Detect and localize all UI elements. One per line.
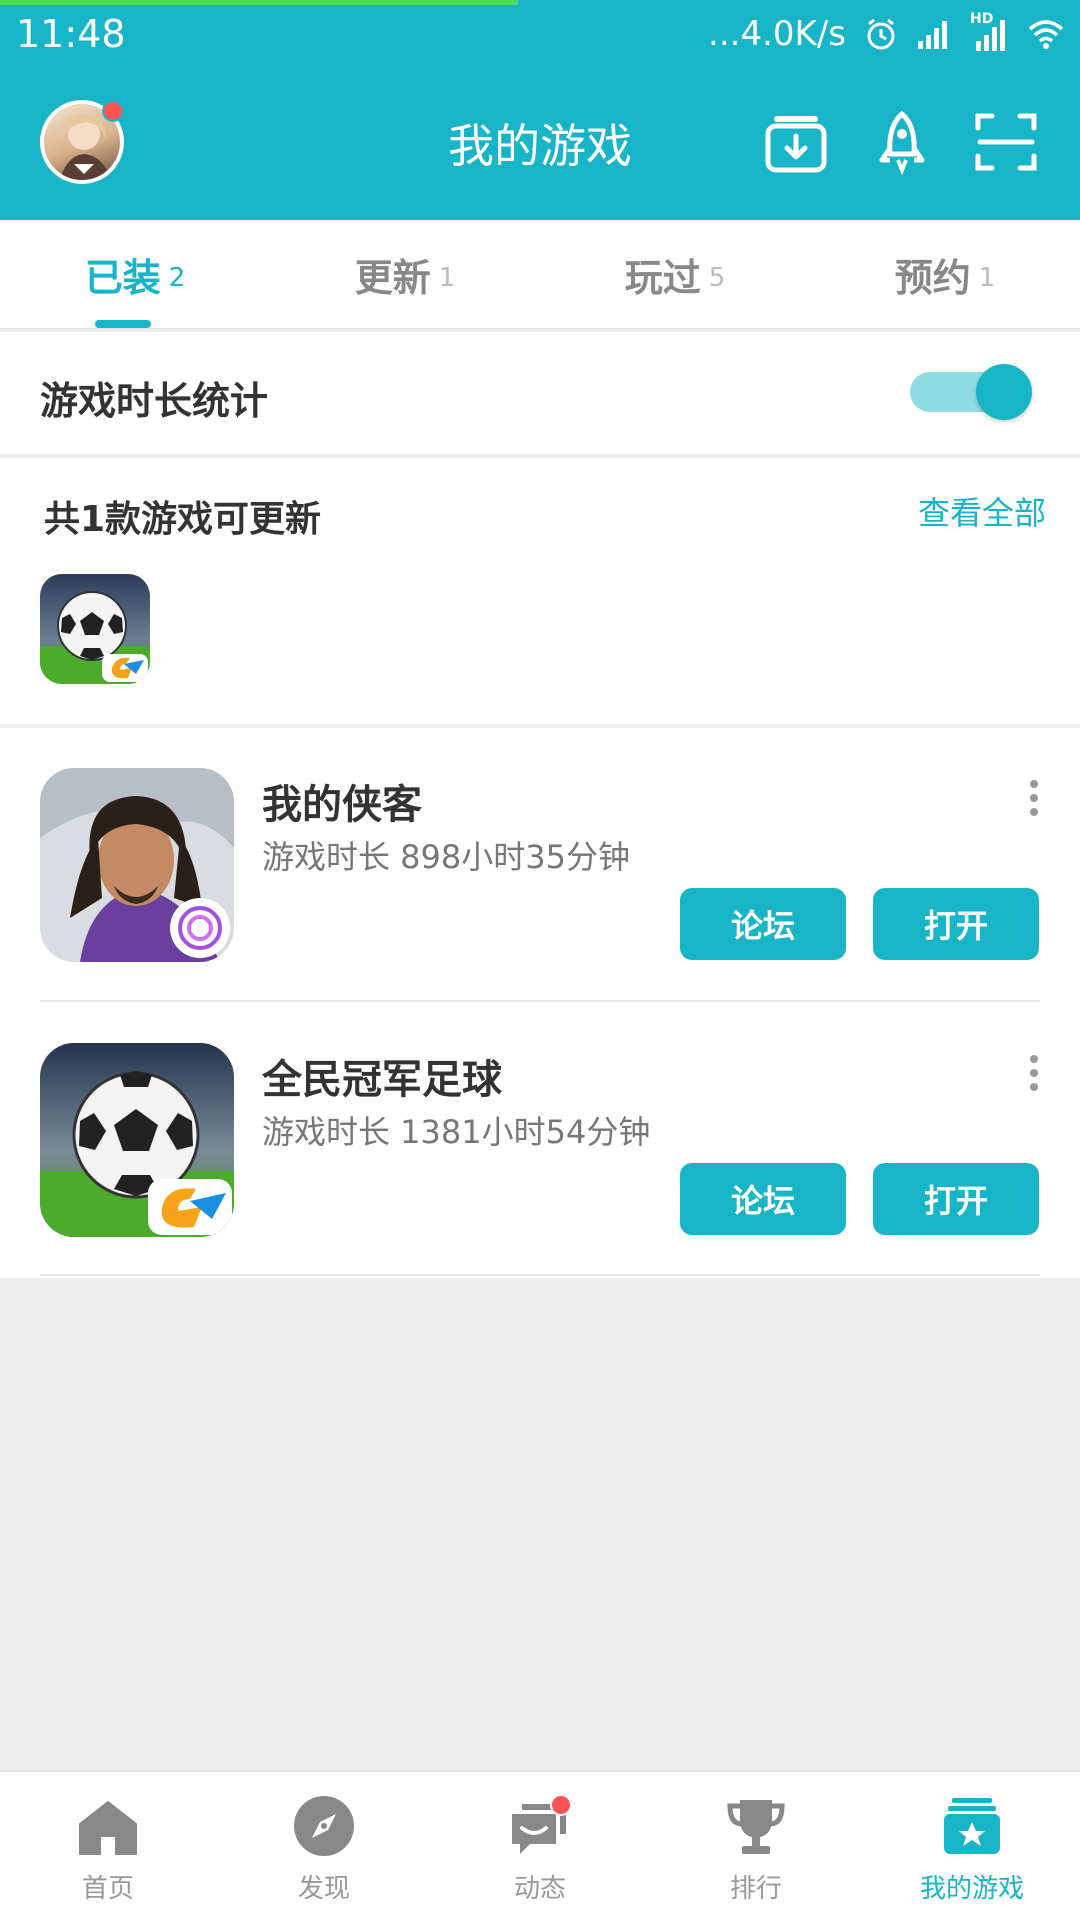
tab-installed[interactable]: 已装 2 [0, 220, 270, 328]
tab-label: 玩过 [624, 255, 701, 300]
tab-played[interactable]: 玩过 5 [540, 220, 810, 328]
forum-button[interactable]: 论坛 [680, 1163, 846, 1235]
nav-feed[interactable]: 动态 [432, 1772, 648, 1920]
wuxia-game-icon[interactable] [40, 768, 234, 962]
game-playtime: 游戏时长 898小时35分钟 [262, 838, 630, 876]
network-speed: ...4.0K/s [708, 14, 846, 54]
tab-count: 2 [168, 263, 186, 293]
updates-title: 共1款游戏可更新 [44, 499, 322, 540]
bottom-navigation: 首页 发现 动态 排行 我的游戏 [0, 1770, 1080, 1920]
nav-my-games[interactable]: 我的游戏 [864, 1772, 1080, 1920]
soccer-game-icon[interactable] [40, 1043, 234, 1237]
tab-label: 更新 [354, 255, 431, 300]
nav-label: 我的游戏 [919, 1874, 1024, 1904]
more-options-icon[interactable] [1024, 778, 1044, 818]
tab-updates[interactable]: 更新 1 [270, 220, 540, 328]
hd-signal-icon: HD [970, 11, 1010, 51]
trophy-icon [727, 1800, 785, 1854]
list-divider [40, 1000, 1040, 1002]
scan-icon[interactable] [972, 108, 1040, 176]
tab-count: 5 [708, 263, 726, 293]
wifi-icon [1028, 20, 1064, 49]
game-name: 我的侠客 [262, 782, 422, 828]
home-icon [79, 1801, 137, 1855]
open-game-button[interactable]: 打开 [873, 888, 1039, 960]
toggle-knob[interactable] [976, 364, 1032, 420]
app-header: 11:48 ...4.0K/s HD 我的游戏 [0, 0, 1080, 220]
download-manager-icon[interactable] [762, 108, 830, 176]
rocket-accelerate-icon[interactable] [868, 108, 936, 176]
nav-label: 发现 [297, 1874, 350, 1904]
tab-count: 1 [978, 263, 996, 293]
updates-section: 共1款游戏可更新 查看全部 [0, 458, 1080, 724]
game-tabs: 已装 2 更新 1 玩过 5 预约 1 [0, 220, 1080, 330]
playtime-stats-label: 游戏时长统计 [40, 379, 269, 423]
tab-reserved[interactable]: 预约 1 [810, 220, 1080, 328]
tab-label: 预约 [894, 255, 971, 300]
nav-label: 排行 [729, 1874, 782, 1904]
view-all-link[interactable]: 查看全部 [918, 488, 1046, 534]
nav-label: 动态 [513, 1874, 566, 1904]
signal-icon [918, 21, 947, 49]
list-item: 我的侠客 游戏时长 898小时35分钟 论坛 打开 [0, 728, 1080, 1003]
list-item: 全民冠军足球 游戏时长 1381小时54分钟 论坛 打开 [0, 1003, 1080, 1278]
my-games-icon [944, 1798, 1000, 1854]
tab-label: 已装 [84, 255, 161, 300]
installed-games-list: 我的侠客 游戏时长 898小时35分钟 论坛 打开 全民冠军足球 游戏时长 13… [0, 728, 1080, 1278]
game-playtime: 游戏时长 1381小时54分钟 [262, 1113, 651, 1151]
compass-icon [294, 1796, 354, 1856]
nav-home[interactable]: 首页 [0, 1772, 216, 1920]
more-options-icon[interactable] [1024, 1053, 1044, 1093]
soccer-game-icon[interactable] [40, 574, 150, 684]
open-game-button[interactable]: 打开 [873, 1163, 1039, 1235]
nav-discover[interactable]: 发现 [216, 1772, 432, 1920]
game-name: 全民冠军足球 [262, 1057, 502, 1103]
alarm-icon [867, 18, 895, 50]
active-tab-indicator [95, 320, 151, 328]
status-time: 11:48 [16, 12, 126, 56]
feed-notification-badge [550, 1794, 572, 1816]
forum-button[interactable]: 论坛 [680, 888, 846, 960]
nav-label: 首页 [81, 1874, 134, 1904]
tab-count: 1 [438, 263, 456, 293]
status-bar: 11:48 ...4.0K/s HD [0, 0, 1080, 70]
list-divider [40, 1274, 1040, 1276]
nav-ranking[interactable]: 排行 [648, 1772, 864, 1920]
